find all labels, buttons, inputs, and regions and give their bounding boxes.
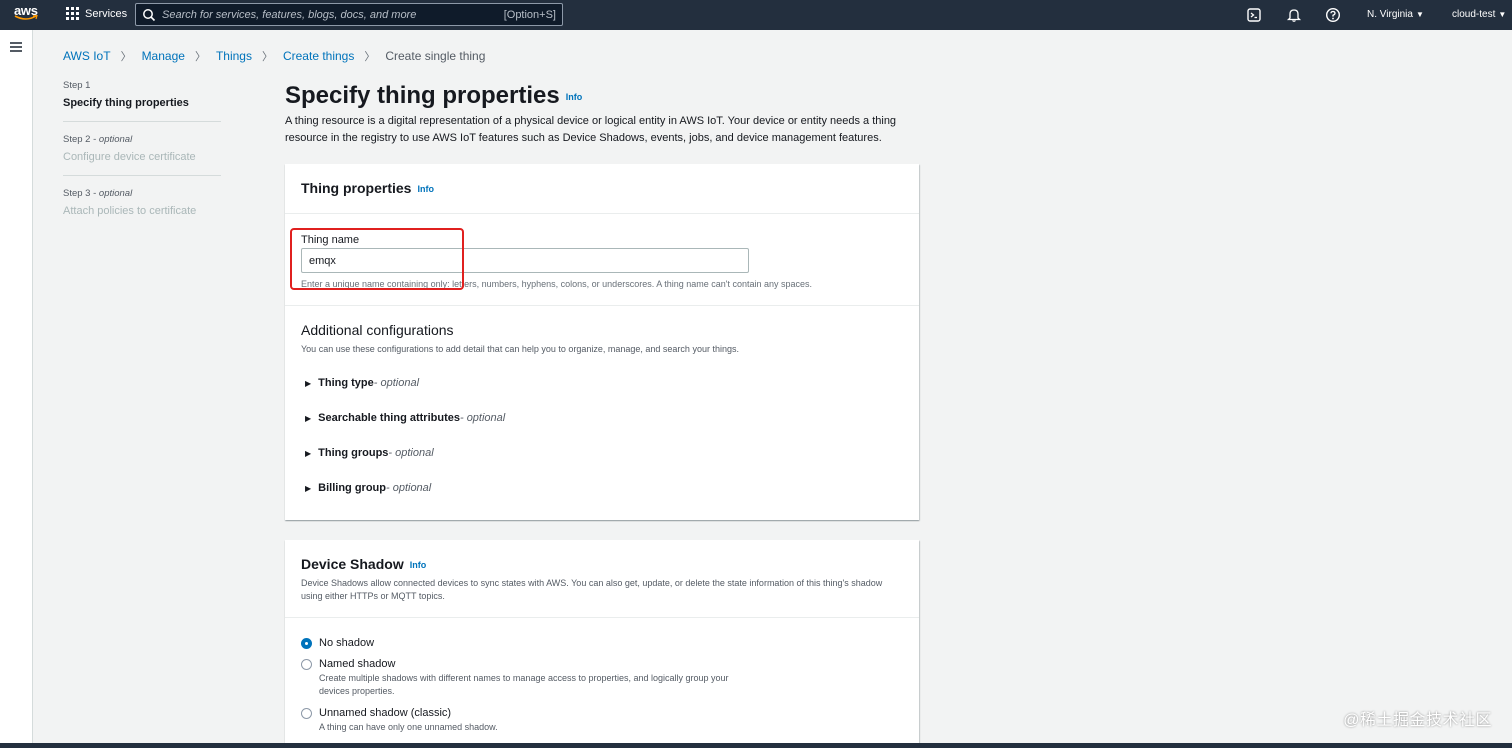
- page-title: Specify thing properties Info: [285, 82, 582, 110]
- breadcrumb-aws-iot[interactable]: AWS IoT: [63, 49, 111, 63]
- account-menu[interactable]: cloud-test ▼: [1452, 9, 1506, 20]
- radio-named-shadow[interactable]: Named shadow Create multiple shadows wit…: [301, 658, 759, 698]
- panel-title: Device Shadow: [301, 556, 404, 572]
- panel-title: Thing properties: [301, 180, 412, 196]
- info-link[interactable]: Info: [417, 184, 434, 194]
- bottom-bar: [0, 743, 1512, 748]
- search-bar[interactable]: [Option+S]: [135, 3, 563, 26]
- radio-no-shadow[interactable]: No shadow: [301, 637, 374, 649]
- thing-name-hint: Enter a unique name containing only: let…: [301, 279, 813, 289]
- caret-down-icon: ▼: [1498, 10, 1507, 19]
- divider: [285, 617, 919, 618]
- divider: [285, 305, 919, 306]
- watermark-text: @稀土掘金技术社区: [1343, 712, 1492, 729]
- region-label: N. Virginia: [1367, 9, 1413, 20]
- chevron-right-icon: 〉: [194, 51, 206, 63]
- breadcrumb: AWS IoT 〉 Manage 〉 Things 〉 Create thing…: [63, 48, 485, 64]
- search-shortcut: [Option+S]: [503, 8, 556, 21]
- page-description: A thing resource is a digital representa…: [285, 115, 897, 144]
- services-menu-button[interactable]: Services: [66, 7, 127, 20]
- step-title: Specify thing properties: [63, 97, 189, 109]
- breadcrumb-create-things[interactable]: Create things: [283, 49, 354, 63]
- services-label: Services: [85, 7, 128, 20]
- search-input[interactable]: [162, 8, 504, 21]
- radio-checked-icon[interactable]: [301, 638, 312, 649]
- side-navigation-rail: [0, 30, 33, 748]
- wizard-step-3: Step 3 - optional Attach policies to cer…: [63, 188, 221, 229]
- thing-properties-panel: Thing properties Info Thing name Enter a …: [285, 164, 919, 520]
- expander-label: Searchable thing attributes: [318, 412, 460, 424]
- step-label: Step 3 - optional: [63, 188, 133, 199]
- page-title-text: Specify thing properties: [285, 82, 560, 109]
- thing-groups-expander[interactable]: ▶ Thing groups - optional: [305, 447, 434, 459]
- additional-configurations-title: Additional configurations: [301, 322, 454, 338]
- thing-name-input[interactable]: [301, 248, 749, 273]
- caret-right-icon: ▶: [305, 413, 312, 423]
- chevron-right-icon: 〉: [120, 51, 132, 63]
- chevron-right-icon: 〉: [364, 51, 376, 63]
- account-label: cloud-test: [1452, 9, 1496, 20]
- search-icon: [143, 8, 156, 21]
- cloudshell-icon[interactable]: [1246, 7, 1262, 23]
- panel-header: Thing properties Info: [285, 164, 919, 214]
- radio-unnamed-shadow[interactable]: Unnamed shadow (classic) A thing can hav…: [301, 707, 759, 734]
- expander-label: Thing groups: [318, 447, 389, 459]
- radio-unchecked-icon[interactable]: [301, 659, 312, 670]
- billing-group-expander[interactable]: ▶ Billing group - optional: [305, 482, 431, 494]
- radio-unchecked-icon[interactable]: [301, 708, 312, 719]
- radio-description: Create multiple shadows with different n…: [319, 673, 729, 696]
- device-shadow-panel: Device Shadow Info Device Shadows allow c…: [285, 540, 919, 748]
- step-title: Configure device certificate: [63, 151, 196, 163]
- panel-header: Device Shadow Info: [301, 556, 426, 574]
- help-icon[interactable]: [1325, 7, 1341, 23]
- wizard-step-1: Step 1 Specify thing properties: [63, 80, 221, 122]
- thing-name-label: Thing name: [301, 234, 360, 246]
- breadcrumb-current: Create single thing: [385, 49, 486, 63]
- info-link[interactable]: Info: [566, 92, 583, 102]
- breadcrumb-manage[interactable]: Manage: [142, 49, 185, 63]
- region-selector[interactable]: N. Virginia ▼: [1367, 9, 1424, 20]
- radio-label: No shadow: [319, 637, 375, 649]
- thing-name-field: Thing name Enter a unique name containin…: [301, 230, 812, 289]
- aws-logo[interactable]: aws: [14, 4, 40, 26]
- radio-label: Named shadow: [319, 658, 396, 670]
- expander-optional: - optional: [388, 447, 434, 459]
- chevron-right-icon: 〉: [261, 51, 273, 63]
- wizard-step-2: Step 2 - optional Configure device certi…: [63, 134, 221, 176]
- radio-label: Unnamed shadow (classic): [319, 707, 452, 719]
- caret-right-icon: ▶: [305, 378, 312, 388]
- expander-label: Billing group: [318, 482, 386, 494]
- radio-description: A thing can have only one unnamed shadow…: [319, 722, 498, 732]
- wizard-steps: Step 1 Specify thing properties Step 2 -…: [63, 80, 221, 241]
- searchable-attributes-expander[interactable]: ▶ Searchable thing attributes - optional: [305, 412, 505, 424]
- expander-optional: - optional: [385, 482, 432, 494]
- additional-configurations-desc: You can use these configurations to add …: [301, 344, 739, 354]
- bell-icon[interactable]: [1286, 7, 1302, 23]
- grid-icon: [66, 7, 79, 20]
- info-link[interactable]: Info: [410, 560, 427, 570]
- expander-optional: - optional: [373, 377, 420, 389]
- expander-optional: - optional: [459, 412, 506, 424]
- step-label: Step 1: [63, 80, 91, 91]
- expander-label: Thing type: [318, 377, 374, 389]
- device-shadow-desc: Device Shadows allow connected devices t…: [301, 578, 883, 601]
- caret-right-icon: ▶: [305, 448, 312, 458]
- caret-down-icon: ▼: [1415, 10, 1424, 19]
- thing-type-expander[interactable]: ▶ Thing type - optional: [305, 377, 419, 389]
- menu-icon[interactable]: [10, 42, 22, 52]
- breadcrumb-things[interactable]: Things: [216, 49, 252, 63]
- step-title: Attach policies to certificate: [63, 205, 197, 217]
- caret-right-icon: ▶: [305, 483, 312, 493]
- top-navigation: aws Services [Option+S] N. Virginia▼: [0, 0, 1512, 30]
- step-label: Step 2 - optional: [63, 134, 133, 145]
